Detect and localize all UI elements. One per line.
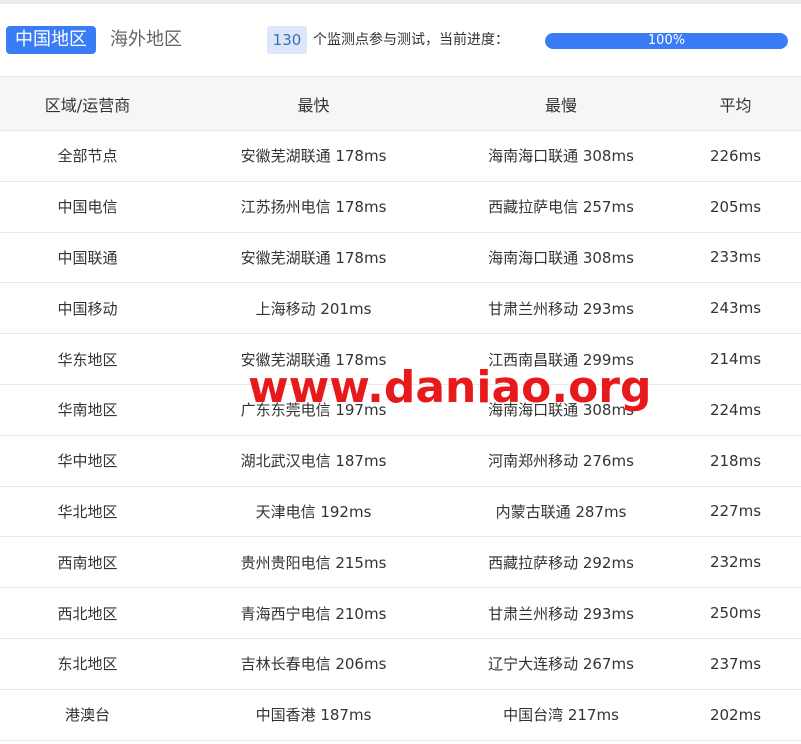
cell-average: 227ms: [670, 486, 801, 538]
cell-average: 224ms: [670, 384, 801, 436]
table-row: 中国电信 江苏扬州电信 178ms 西藏拉萨电信 257ms 205ms: [0, 181, 801, 233]
header-slowest: 最慢: [452, 76, 670, 131]
cell-slowest: 海南海口联通 308ms: [452, 384, 670, 436]
cell-region: 华中地区: [0, 435, 175, 487]
cell-fastest: 贵州贵阳电信 215ms: [175, 536, 452, 589]
cell-average: 243ms: [670, 282, 801, 335]
cell-region: 西北地区: [0, 587, 175, 639]
cell-average: 214ms: [670, 333, 801, 385]
cell-slowest: 西藏拉萨电信 257ms: [452, 181, 670, 233]
cell-region: 中国移动: [0, 282, 175, 335]
table-row: 东北地区 吉林长春电信 206ms 辽宁大连移动 267ms 237ms: [0, 638, 801, 690]
header-bar: 中国地区 海外地区 130 个监测点参与测试，当前进度： 100%: [0, 4, 801, 76]
header-fastest: 最快: [175, 76, 452, 131]
cell-average: 233ms: [670, 232, 801, 284]
header-average: 平均: [670, 76, 801, 131]
table-row: 华北地区 天津电信 192ms 内蒙古联通 287ms 227ms: [0, 486, 801, 538]
cell-average: 237ms: [670, 638, 801, 690]
node-count-badge: 130: [267, 26, 307, 54]
cell-slowest: 中国台湾 217ms: [452, 689, 670, 741]
header-region: 区域/运营商: [0, 76, 175, 131]
cell-region: 港澳台: [0, 689, 175, 741]
cell-fastest: 上海移动 201ms: [175, 282, 452, 335]
cell-slowest: 河南郑州移动 276ms: [452, 435, 670, 487]
cell-average: 250ms: [670, 587, 801, 639]
cell-slowest: 西藏拉萨移动 292ms: [452, 536, 670, 589]
cell-fastest: 安徽芜湖联通 178ms: [175, 232, 452, 284]
cell-slowest: 内蒙古联通 287ms: [452, 486, 670, 538]
cell-slowest: 辽宁大连移动 267ms: [452, 638, 670, 690]
cell-average: 205ms: [670, 181, 801, 233]
table-row: 全部节点 安徽芜湖联通 178ms 海南海口联通 308ms 226ms: [0, 130, 801, 182]
cell-fastest: 安徽芜湖联通 178ms: [175, 130, 452, 182]
table-row: 中国联通 安徽芜湖联通 178ms 海南海口联通 308ms 233ms: [0, 232, 801, 284]
tab-china[interactable]: 中国地区: [6, 26, 96, 54]
cell-slowest: 海南海口联通 308ms: [452, 130, 670, 182]
progress-description: 个监测点参与测试，当前进度：: [313, 32, 509, 48]
table-row: 中国移动 上海移动 201ms 甘肃兰州移动 293ms 243ms: [0, 282, 801, 335]
cell-region: 华南地区: [0, 384, 175, 436]
cell-fastest: 吉林长春电信 206ms: [175, 638, 452, 690]
cell-region: 东北地区: [0, 638, 175, 690]
cell-slowest: 甘肃兰州移动 293ms: [452, 587, 670, 639]
cell-average: 232ms: [670, 536, 801, 589]
cell-fastest: 湖北武汉电信 187ms: [175, 435, 452, 487]
table-row: 西北地区 青海西宁电信 210ms 甘肃兰州移动 293ms 250ms: [0, 587, 801, 639]
cell-slowest: 江西南昌联通 299ms: [452, 333, 670, 385]
table-row: 华南地区 广东东莞电信 197ms 海南海口联通 308ms 224ms: [0, 384, 801, 436]
cell-region: 华北地区: [0, 486, 175, 538]
cell-region: 华东地区: [0, 333, 175, 385]
cell-slowest: 海南海口联通 308ms: [452, 232, 670, 284]
cell-fastest: 江苏扬州电信 178ms: [175, 181, 452, 233]
cell-region: 全部节点: [0, 130, 175, 182]
results-table: 区域/运营商 最快 最慢 平均 全部节点 安徽芜湖联通 178ms 海南海口联通 3…: [0, 76, 801, 741]
cell-fastest: 安徽芜湖联通 178ms: [175, 333, 452, 385]
table-row: 西南地区 贵州贵阳电信 215ms 西藏拉萨移动 292ms 232ms: [0, 536, 801, 589]
cell-average: 218ms: [670, 435, 801, 487]
cell-fastest: 青海西宁电信 210ms: [175, 587, 452, 639]
cell-fastest: 中国香港 187ms: [175, 689, 452, 741]
table-row: 港澳台 中国香港 187ms 中国台湾 217ms 202ms: [0, 689, 801, 741]
cell-fastest: 天津电信 192ms: [175, 486, 452, 538]
cell-average: 226ms: [670, 130, 801, 182]
cell-region: 西南地区: [0, 536, 175, 589]
cell-average: 202ms: [670, 689, 801, 741]
cell-fastest: 广东东莞电信 197ms: [175, 384, 452, 436]
cell-region: 中国电信: [0, 181, 175, 233]
table-row: 华中地区 湖北武汉电信 187ms 河南郑州移动 276ms 218ms: [0, 435, 801, 487]
table-header-row: 区域/运营商 最快 最慢 平均: [0, 76, 801, 131]
progress-bar: 100%: [545, 33, 788, 49]
progress-label: 100%: [647, 33, 686, 48]
cell-region: 中国联通: [0, 232, 175, 284]
cell-slowest: 甘肃兰州移动 293ms: [452, 282, 670, 335]
tab-overseas[interactable]: 海外地区: [110, 26, 194, 54]
table-row: 华东地区 安徽芜湖联通 178ms 江西南昌联通 299ms 214ms: [0, 333, 801, 385]
